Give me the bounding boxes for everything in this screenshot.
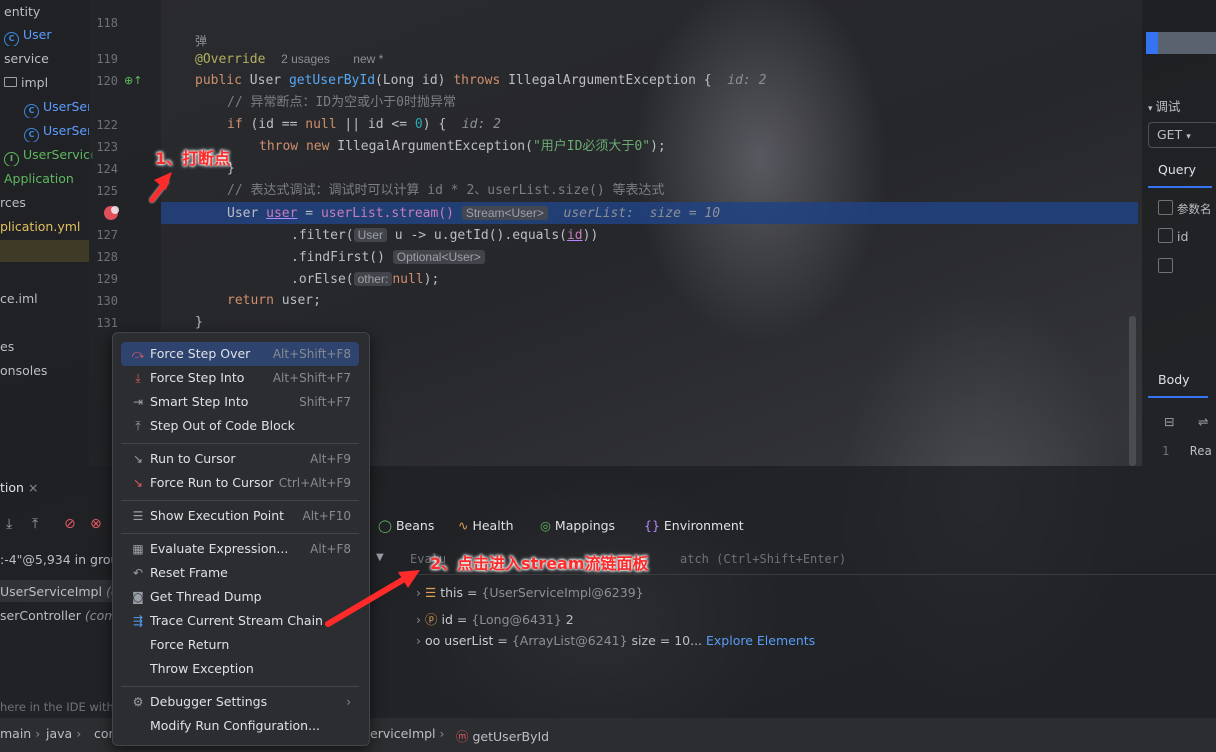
annotation-arrow-1 — [149, 172, 172, 203]
annotation-arrow-2 — [325, 570, 420, 627]
annotation-step-2: 2、点击进入stream流链面板 — [430, 554, 649, 573]
annotation-step-1: 1、打断点 — [155, 149, 231, 168]
annotation-arrows — [149, 172, 420, 627]
